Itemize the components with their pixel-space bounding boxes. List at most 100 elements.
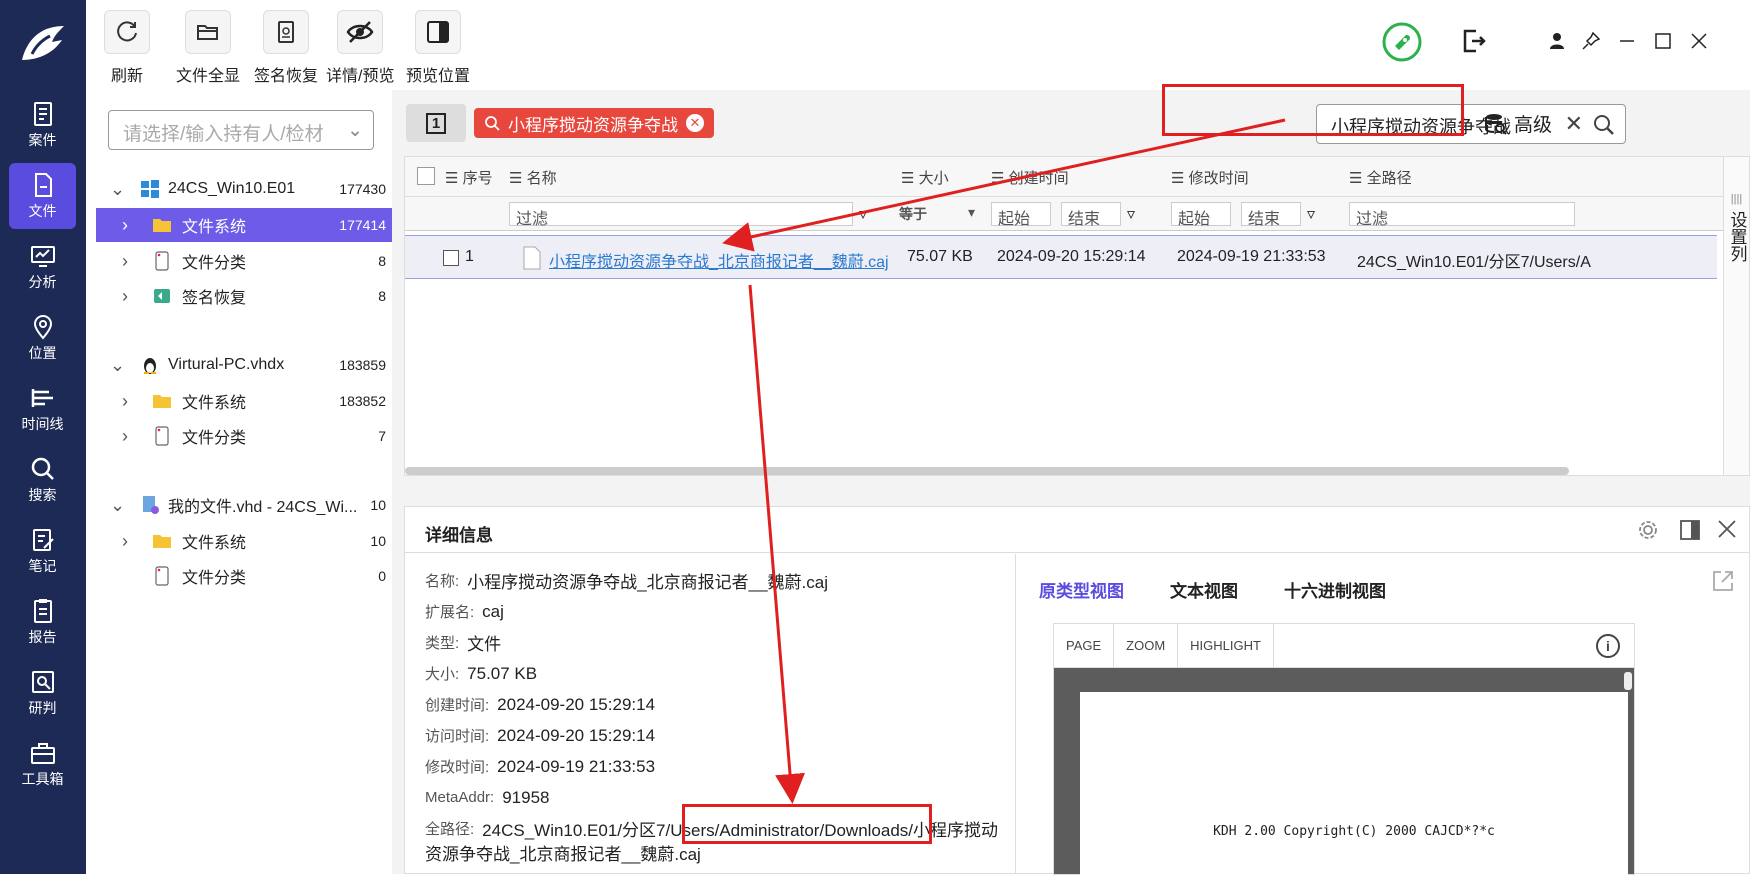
close-window-button[interactable] — [1686, 28, 1712, 54]
chevron-right-icon[interactable]: › — [122, 215, 128, 236]
chevron-down-icon[interactable]: ⌄ — [110, 179, 125, 200]
path-filter-placeholder: 过滤 — [1356, 211, 1388, 228]
export-file-icon — [1460, 28, 1486, 54]
minimize-button[interactable] — [1614, 28, 1640, 54]
select-all-checkbox[interactable] — [417, 167, 435, 185]
chevron-right-icon[interactable]: › — [122, 286, 128, 307]
tree-item[interactable]: ⌄24CS_Win10.E01177430 — [96, 172, 392, 206]
tab-text-view[interactable]: 文本视图 — [1170, 577, 1238, 602]
name-filter-input[interactable]: 过滤 — [509, 202, 853, 226]
viewer-scrollbar[interactable] — [1624, 672, 1632, 690]
tab-hex-view[interactable]: 十六进制视图 — [1284, 577, 1386, 602]
nav-item-file[interactable]: 文件 — [9, 163, 76, 229]
filter-icon[interactable]: ▿ — [859, 204, 867, 224]
chevron-down-icon[interactable]: ⌄ — [110, 355, 125, 376]
col-path-label: 全路径 — [1367, 170, 1412, 187]
nav-item-toolbox[interactable]: 工具箱 — [9, 731, 76, 797]
tree-item-count: 177414 — [339, 217, 386, 233]
page-number-button[interactable]: 1 — [406, 104, 466, 142]
security-shield-button[interactable] — [1382, 22, 1422, 62]
tree-item[interactable]: 文件分类0 — [96, 559, 392, 593]
search-submit-icon[interactable] — [1593, 114, 1615, 136]
details-preview-label: 详情/预览 — [326, 68, 394, 85]
property-value: 2024-09-20 15:29:14 — [497, 695, 655, 715]
signature-recover-button[interactable]: 签名恢复 — [254, 10, 318, 86]
tree-item[interactable]: ›文件分类7 — [96, 419, 392, 453]
chevron-right-icon[interactable]: › — [122, 391, 128, 412]
tree-item[interactable]: ›文件系统177414 — [96, 208, 392, 242]
close-icon[interactable] — [1717, 519, 1737, 539]
tree-item[interactable]: ›签名恢复8 — [96, 279, 392, 313]
nav-item-report[interactable]: 报告 — [9, 589, 76, 655]
nav-item-analysis[interactable]: 分析 — [9, 234, 76, 300]
clear-search-icon[interactable]: ✕ — [1565, 111, 1583, 137]
created-end-input[interactable]: 结束 — [1061, 202, 1121, 226]
filter-icon[interactable]: ▿ — [1127, 204, 1135, 224]
size-operator-select[interactable]: 等于 ▾ — [893, 202, 979, 226]
search-tag[interactable]: 小程序搅动资源争夺战 ✕ — [474, 108, 714, 138]
col-modified[interactable]: ☰ 修改时间 — [1171, 167, 1249, 188]
tab-native-view[interactable]: 原类型视图 — [1039, 577, 1124, 602]
nav-item-judge[interactable]: 研判 — [9, 660, 76, 726]
info-icon[interactable]: i — [1596, 634, 1620, 658]
horizontal-scrollbar[interactable] — [405, 467, 1569, 475]
tree-item[interactable]: ›文件分类8 — [96, 244, 392, 278]
user-button[interactable] — [1544, 28, 1570, 54]
filter-icon[interactable]: ▿ — [1307, 204, 1315, 224]
col-seq[interactable]: ☰ 序号 — [445, 167, 493, 188]
folder-icon — [152, 391, 172, 411]
pin-button[interactable] — [1578, 28, 1604, 54]
gear-icon[interactable] — [1637, 519, 1659, 541]
preview-position-button[interactable]: 预览位置 — [406, 10, 470, 86]
tree-item[interactable]: ›文件系统183852 — [96, 384, 392, 418]
nav-item-note[interactable]: 笔记 — [9, 518, 76, 584]
modified-start-input[interactable]: 起始 — [1171, 202, 1231, 226]
path-filter-input[interactable]: 过滤 — [1349, 202, 1575, 226]
viewer-page-button[interactable]: PAGE — [1054, 624, 1114, 667]
set-columns-button[interactable]: |||| 设置列 — [1723, 157, 1749, 475]
advanced-search-button[interactable]: 高级 — [1484, 110, 1552, 137]
panel-right-icon[interactable] — [1679, 519, 1701, 541]
file-grid: ☰ 序号 ☰ 名称 ☰ 大小 ☰ 创建时间 ☰ 修改时间 ☰ 全路径 过滤 ▿ … — [404, 156, 1750, 476]
holder-select[interactable]: 请选择/输入持有人/检材 ⌄ — [108, 110, 374, 150]
nav-item-search[interactable]: 搜索 — [9, 447, 76, 513]
row-name-link[interactable]: 小程序搅动资源争夺战_北京商报记者__魏蔚.caj — [549, 248, 889, 272]
chevron-right-icon[interactable]: › — [122, 251, 128, 272]
row-checkbox[interactable] — [443, 250, 459, 266]
viewer-highlight-button[interactable]: HIGHLIGHT — [1178, 624, 1274, 667]
show-all-label: 文件全显 — [176, 68, 240, 85]
row-path: 24CS_Win10.E01/分区7/Users/A — [1357, 248, 1591, 272]
created-start-input[interactable]: 起始 — [991, 202, 1051, 226]
nav-item-case[interactable]: 案件 — [9, 92, 76, 158]
external-open-icon[interactable] — [1711, 569, 1735, 593]
nav-item-location[interactable]: 位置 — [9, 305, 76, 371]
details-preview-button[interactable]: 详情/预览 — [326, 10, 394, 86]
col-path[interactable]: ☰ 全路径 — [1349, 167, 1412, 188]
nav-item-label: 研判 — [9, 698, 76, 718]
file-doc-icon — [523, 246, 541, 270]
tree-item[interactable]: ⌄我的文件.vhd - 24CS_Wi...10 — [96, 488, 392, 522]
chevron-down-icon[interactable]: ⌄ — [110, 495, 125, 516]
chevron-right-icon[interactable]: › — [122, 531, 128, 552]
holder-select-placeholder: 请选择/输入持有人/检材 — [123, 124, 324, 145]
tree-item[interactable]: ›文件系统10 — [96, 524, 392, 558]
col-name[interactable]: ☰ 名称 — [509, 167, 557, 188]
tag-close-icon[interactable]: ✕ — [686, 114, 704, 132]
tree-item[interactable]: ⌄Virtural-PC.vhdx183859 — [96, 348, 392, 382]
maximize-button[interactable] — [1650, 28, 1676, 54]
created-end-placeholder: 结束 — [1068, 211, 1100, 228]
property-value: 文件 — [467, 630, 501, 655]
tree-item-count: 183852 — [339, 393, 386, 409]
table-row[interactable]: 1 小程序搅动资源争夺战_北京商报记者__魏蔚.caj 75.07 KB 202… — [405, 235, 1717, 279]
col-size[interactable]: ☰ 大小 — [901, 167, 949, 188]
property-value: caj — [482, 602, 504, 622]
col-created[interactable]: ☰ 创建时间 — [991, 167, 1069, 188]
modified-end-input[interactable]: 结束 — [1241, 202, 1301, 226]
show-all-files-button[interactable]: 文件全显 — [176, 10, 240, 86]
refresh-button[interactable]: 刷新 — [104, 10, 150, 86]
nav-item-timeline[interactable]: 时间线 — [9, 376, 76, 442]
viewer-zoom-button[interactable]: ZOOM — [1114, 624, 1178, 667]
chevron-right-icon[interactable]: › — [122, 426, 128, 447]
export-button[interactable] — [1460, 28, 1486, 54]
search-icon — [484, 115, 500, 131]
